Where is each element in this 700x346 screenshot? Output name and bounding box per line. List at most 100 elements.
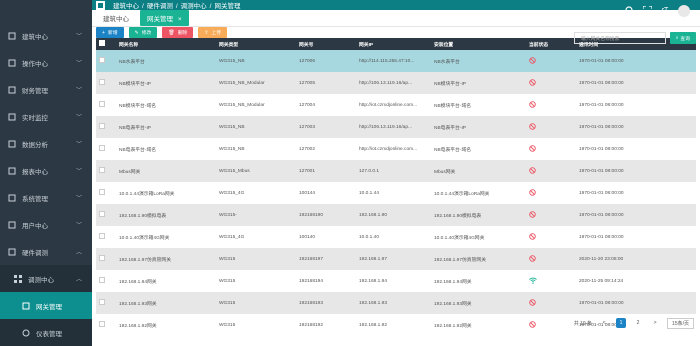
table-cell: 1970-01-01 08:00:00: [579, 300, 624, 306]
column-header[interactable]: 网关名称: [116, 38, 216, 50]
row-checkbox[interactable]: [99, 189, 105, 195]
row-checkbox[interactable]: [99, 255, 105, 261]
table-row[interactable]: 192.168.1.94网关 WG315 192168194 192.168.1.94…: [96, 270, 696, 292]
next-page-button[interactable]: >: [650, 318, 660, 328]
row-checkbox[interactable]: [99, 211, 105, 217]
breadcrumb: 建筑中心 / 硬件调测 / 调测中心 / 网关管理: [113, 3, 241, 10]
fullscreen-icon[interactable]: [641, 5, 653, 16]
breadcrumb-item[interactable]: 建筑中心: [113, 3, 139, 10]
tab-gateway-manage[interactable]: 网关管理 ×: [140, 10, 189, 26]
row-checkbox[interactable]: [99, 101, 105, 107]
table-cell: 127.0.0.1: [359, 168, 380, 174]
table-cell: NB模块平台-IP: [119, 81, 151, 87]
sidebar-item-6[interactable]: 系统管理 ﹀: [0, 184, 92, 211]
toolbar: + 新增 ✎ 修改 🗑 删除 ⇧ 上传 输入网关名称搜索 ⌕ 查询: [92, 27, 700, 44]
building-icon: [8, 32, 16, 40]
column-header[interactable]: 网关类型: [216, 38, 296, 50]
sidebar-item-debug-center[interactable]: 调测中心 ︿: [0, 265, 92, 292]
wifi-icon: [529, 277, 537, 284]
chevron-down-icon: ﹀: [75, 61, 82, 67]
row-checkbox[interactable]: [99, 57, 105, 63]
close-icon[interactable]: ×: [178, 16, 182, 23]
table-row[interactable]: 10.0.1.40演示箱4G网关 WG315_4G 100140 10.0.1.40 1…: [96, 226, 696, 248]
row-checkbox[interactable]: [99, 79, 105, 85]
gateway-table: 网关名称 网关类型 网关号 网关IP 安装位置 当前状态 通讯时间 NB水表平台…: [96, 38, 696, 336]
column-header[interactable]: 网关号: [296, 38, 356, 50]
sidebar-item-3[interactable]: 实时监控 ﹀: [0, 103, 92, 130]
page-size-select[interactable]: 15条/页: [667, 317, 694, 329]
sidebar-item-0[interactable]: 建筑中心 ﹀: [0, 22, 92, 49]
sidebar-item-label: 建筑中心: [22, 33, 48, 41]
report-icon: [8, 167, 16, 175]
table-cell: WG315_NB_Modular: [219, 102, 265, 108]
page-1-button[interactable]: 1: [616, 318, 627, 328]
row-checkbox[interactable]: [99, 277, 105, 283]
table-row[interactable]: 10.0.1.44演示箱LoRa网关 WG315_4G 100144 10.0.1.4…: [96, 182, 696, 204]
row-checkbox-cell: [96, 160, 116, 182]
sidebar-item-2[interactable]: 财务管理 ﹀: [0, 76, 92, 103]
search-icon[interactable]: [624, 6, 634, 16]
breadcrumb-item[interactable]: 网关管理: [214, 3, 240, 10]
table-cell: NB水表平台: [434, 59, 460, 65]
offline-icon: [529, 144, 536, 152]
row-checkbox[interactable]: [99, 123, 105, 129]
sidebar-item-5[interactable]: 报表中心 ﹀: [0, 157, 92, 184]
column-header[interactable]: 网关IP: [356, 38, 431, 50]
table-cell: 127006: [299, 58, 316, 64]
row-checkbox-cell: [96, 248, 116, 270]
select-all-checkbox-cell: [96, 38, 116, 50]
row-checkbox[interactable]: [99, 233, 105, 239]
sidebar-item-meter-manage[interactable]: 仪表管理: [0, 319, 92, 346]
table-row[interactable]: NB水表平台 WG315_NB 127006 http://114.115.255.4…: [96, 50, 696, 72]
table-cell: 1970-01-01 08:00:00: [579, 102, 624, 108]
column-header[interactable]: 安装位置: [431, 38, 526, 50]
sidebar-item-gateway-manage[interactable]: 网关管理: [0, 292, 92, 319]
monitor-icon: [8, 113, 16, 121]
table-cell: 192.168.1.90模拟电表: [119, 213, 167, 219]
tab-building-center[interactable]: 建筑中心: [96, 10, 136, 26]
add-button[interactable]: + 新增: [96, 27, 124, 38]
table-row[interactable]: NB模块平台-域名 WG315_NB_Modular 127004 http://io…: [96, 94, 696, 116]
table-cell: 192168197: [299, 256, 324, 262]
sidebar-item-4[interactable]: 数据分析 ﹀: [0, 130, 92, 157]
upload-button[interactable]: ⇧ 上传: [198, 27, 228, 38]
search-button[interactable]: ⌕ 查询: [669, 32, 696, 44]
avatar[interactable]: [678, 5, 690, 17]
breadcrumb-item[interactable]: 硬件调测: [147, 3, 173, 10]
font-size-icon[interactable]: rT: [660, 6, 670, 16]
search-input[interactable]: 输入网关名称搜索: [574, 32, 666, 44]
page-2-button[interactable]: 2: [633, 318, 643, 328]
table-row[interactable]: 192.168.1.97仿真管网关 WG315 192168197 192.168.1…: [96, 248, 696, 270]
row-checkbox[interactable]: [99, 145, 105, 151]
table-cell: 1970-01-01 08:00:00: [579, 146, 624, 152]
table-row[interactable]: NB模块平台-IP WG315_NB_Modular 127005 http://10…: [96, 72, 696, 94]
table-cell: 127001: [299, 168, 316, 174]
sidebar-item-8[interactable]: 硬件调测 ︿: [0, 238, 92, 265]
table-row[interactable]: 192.168.1.93网关 WG315 192168193 192.168.1.93…: [96, 292, 696, 314]
offline-icon: [529, 56, 536, 64]
select-all-checkbox[interactable]: [99, 40, 105, 46]
table-cell: 192168190: [299, 212, 324, 218]
table-row[interactable]: NB电表平台-域名 WG315_NB 127002 http://iot.czrxdj…: [96, 138, 696, 160]
sidebar-top-spacer: [0, 0, 92, 22]
delete-button[interactable]: 🗑 删除: [162, 27, 194, 38]
row-checkbox[interactable]: [99, 167, 105, 173]
row-checkbox[interactable]: [99, 299, 105, 305]
column-header[interactable]: 当前状态: [526, 38, 576, 50]
table-cell: 127002: [299, 146, 316, 152]
upload-button-label: 上传: [211, 31, 222, 36]
prev-page-button[interactable]: <: [599, 318, 609, 328]
table-cell: http://iot.czrxdjonline.com...: [359, 102, 418, 108]
sidebar-item-label: 报表中心: [22, 168, 48, 176]
sidebar-item-1[interactable]: 操作中心 ﹀: [0, 49, 92, 76]
table-row[interactable]: 192.168.1.90模拟电表 WG315- 192168190 192.168.1…: [96, 204, 696, 226]
settings-icon: [8, 194, 16, 202]
edit-button[interactable]: ✎ 修改: [128, 27, 158, 38]
table-cell: 10.0.1.40演示箱4G网关: [119, 235, 170, 241]
sidebar-item-7[interactable]: 用户中心 ﹀: [0, 211, 92, 238]
sidebar: 建筑中心 ﹀ 操作中心 ﹀ 财务管理 ﹀ 实时监控 ﹀ 数据分析 ﹀ 报表中心 ﹀ 系统管理 ﹀ 用户中心 ﹀…: [0, 0, 92, 346]
table-row[interactable]: Mbus网关 WG315_Mbus 127001 127.0.0.1 Mbus网关 197…: [96, 160, 696, 182]
breadcrumb-item[interactable]: 调测中心: [181, 3, 207, 10]
table-cell: 192.168.1.97: [359, 256, 388, 262]
table-row[interactable]: NB电表平台-IP WG315_NB 127003 http://106.13.119…: [96, 116, 696, 138]
